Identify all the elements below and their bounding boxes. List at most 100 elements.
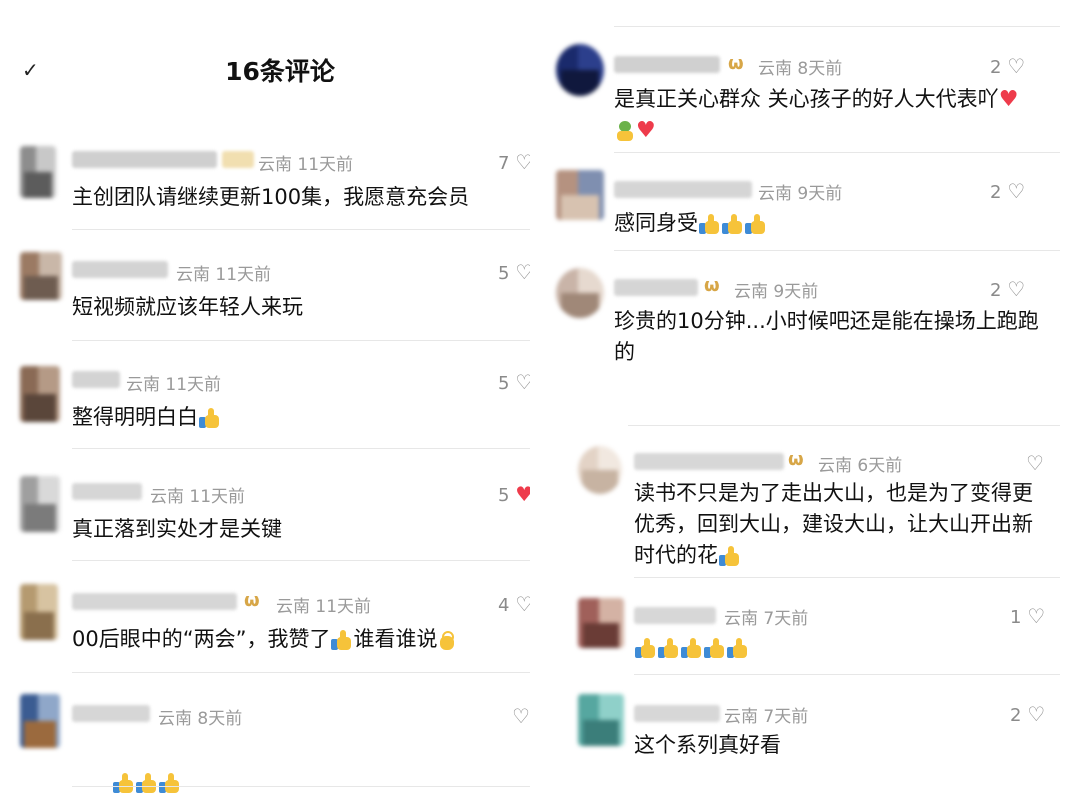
- comment-text: 短视频就应该年轻人来玩: [72, 295, 303, 319]
- thumbs-up-icon: [745, 213, 766, 235]
- thumbs-up-icon: [681, 637, 702, 659]
- username-blurred[interactable]: [72, 151, 217, 168]
- username-blurred[interactable]: [634, 607, 716, 624]
- comment-item[interactable]: ѡ 云南 6天前 ♡ 读书不只是为了走出大山，也是为了变得更 优秀，回到大山，建…: [548, 438, 1060, 578]
- username-blurred[interactable]: [72, 483, 142, 500]
- username-blurred[interactable]: [634, 453, 784, 470]
- comment-item[interactable]: 云南 11天前 5 ♡ 短视频就应该年轻人来玩: [0, 250, 530, 342]
- heart-icon: ♡: [1007, 277, 1026, 301]
- heart-icon: ♡: [1027, 702, 1046, 726]
- comment-text: 主创团队请继续更新100集，我愿意充会员: [72, 185, 470, 209]
- divider: [634, 577, 1060, 578]
- comment-item[interactable]: 云南 7天前 2 ♡ 这个系列真好看: [548, 688, 1060, 774]
- comment-item[interactable]: ѡ 云南 9天前 2 ♡ 珍贵的10分钟...小时候吧还是能在操场上跑跑 的: [548, 262, 1060, 372]
- like-button[interactable]: ♡: [512, 704, 530, 728]
- like-button-active[interactable]: 5 ♥: [498, 482, 530, 506]
- like-button[interactable]: 5 ♡: [498, 260, 530, 284]
- avatar[interactable]: [578, 446, 622, 494]
- comment-text: 整得明明白白: [72, 402, 522, 433]
- heart-icon: ♡: [515, 260, 530, 284]
- badge-blurred: [222, 151, 254, 168]
- avatar[interactable]: [578, 598, 624, 648]
- comment-text: 这个系列真好看: [634, 733, 781, 757]
- comment-meta: 云南 6天前: [818, 456, 903, 476]
- thumbs-up-icon: [722, 213, 743, 235]
- comment-meta: 云南 11天前: [126, 375, 222, 395]
- divider: [72, 672, 530, 673]
- username-blurred[interactable]: [72, 261, 168, 278]
- thumbs-up-icon: [719, 545, 740, 567]
- thumbs-up-icon: [635, 637, 656, 659]
- comment-item[interactable]: ѡ 云南 8天前 2 ♡ 是真正关心群众 关心孩子的好人大代表吖♥ ♥: [548, 40, 1060, 152]
- avatar[interactable]: [556, 44, 604, 96]
- avatar[interactable]: [20, 476, 60, 532]
- username-blurred[interactable]: [72, 371, 120, 388]
- username-blurred[interactable]: [634, 705, 720, 722]
- heart-icon: ♡: [1007, 179, 1026, 203]
- comment-item[interactable]: 云南 11天前 5 ♥ 真正落到实处才是关键: [0, 472, 530, 564]
- heart-icon: ♡: [1007, 54, 1026, 78]
- comment-item[interactable]: ѡ 云南 11天前 4 ♡ 00后眼中的“两会”，我赞了 谁看谁说: [0, 582, 530, 674]
- username-blurred[interactable]: [614, 279, 698, 296]
- comments-count-title: 16条评论: [225, 57, 335, 86]
- avatar[interactable]: [556, 268, 604, 318]
- divider: [72, 786, 530, 787]
- comment-meta: 云南 9天前: [734, 282, 819, 302]
- heart-icon: ♡: [515, 370, 530, 394]
- divider: [614, 250, 1060, 251]
- username-blurred[interactable]: [72, 705, 150, 722]
- thumbs-up-icon: [199, 407, 220, 429]
- divider: [72, 229, 530, 230]
- thumbs-up-icon: [658, 637, 679, 659]
- like-button[interactable]: 2 ♡: [990, 179, 1025, 203]
- like-button[interactable]: 2 ♡: [990, 54, 1025, 78]
- avatar[interactable]: [20, 146, 56, 198]
- avatar[interactable]: [556, 170, 604, 220]
- comments-panel-right: ѡ 云南 8天前 2 ♡ 是真正关心群众 关心孩子的好人大代表吖♥ ♥ 云南 9天…: [548, 0, 1060, 810]
- avatar[interactable]: [20, 252, 62, 300]
- comment-text: 00后眼中的“两会”，我赞了 谁看谁说: [72, 624, 530, 655]
- comments-panel-left: ✓ 16条评论 云南 11天前 7 ♡ 主创团队请继续更新100集，我愿意充会员…: [0, 0, 530, 810]
- like-button[interactable]: 4 ♡: [498, 592, 530, 616]
- comment-item[interactable]: 云南 7天前 1 ♡: [548, 590, 1060, 676]
- avatar[interactable]: [20, 366, 60, 422]
- comment-text: 珍贵的10分钟...小时候吧还是能在操场上跑跑 的: [614, 309, 1039, 364]
- avatar[interactable]: [20, 694, 60, 748]
- like-button[interactable]: 2 ♡: [1010, 702, 1045, 726]
- like-button[interactable]: 1 ♡: [1010, 604, 1045, 628]
- like-button[interactable]: 2 ♡: [990, 277, 1025, 301]
- comment-text: 是真正关心群众 关心孩子的好人大代表吖♥ ♥: [614, 87, 1019, 143]
- username-blurred[interactable]: [614, 56, 720, 73]
- comment-item[interactable]: 云南 8天前 ♡: [0, 694, 530, 793]
- comment-text: [634, 632, 1060, 663]
- username-blurred[interactable]: [614, 181, 752, 198]
- like-button[interactable]: 7 ♡: [498, 150, 530, 174]
- comment-meta: 云南 8天前: [758, 59, 843, 79]
- divider: [634, 674, 1060, 675]
- comment-meta: 云南 11天前: [150, 487, 246, 507]
- comment-meta: 云南 7天前: [724, 609, 809, 629]
- thumbs-up-icon: [159, 772, 180, 794]
- comments-header: ✓ 16条评论: [0, 0, 530, 140]
- comment-meta: 云南 9天前: [758, 184, 843, 204]
- red-heart-icon: ♥: [636, 118, 656, 143]
- divider: [614, 26, 1060, 27]
- red-heart-icon: ♥: [998, 87, 1019, 112]
- comment-meta: 云南 7天前: [724, 707, 809, 727]
- comment-item[interactable]: 云南 11天前 5 ♡ 整得明明白白: [0, 360, 530, 452]
- heart-filled-icon: ♥: [515, 482, 530, 506]
- comment-item[interactable]: 云南 11天前 7 ♡ 主创团队请继续更新100集，我愿意充会员: [0, 140, 530, 232]
- thumbs-up-icon: [136, 772, 157, 794]
- comment-item[interactable]: 云南 9天前 2 ♡ 感同身受: [548, 164, 1060, 252]
- username-blurred[interactable]: [72, 593, 237, 610]
- thumbs-up-icon: [699, 213, 720, 235]
- vip-badge-icon: ѡ: [788, 449, 804, 470]
- like-button[interactable]: ♡: [1026, 451, 1044, 475]
- avatar[interactable]: [578, 694, 624, 746]
- like-button[interactable]: 5 ♡: [498, 370, 530, 394]
- ok-hand-icon: [438, 630, 456, 651]
- heart-icon: ♡: [515, 150, 530, 174]
- divider: [72, 560, 530, 561]
- avatar[interactable]: [20, 584, 58, 640]
- hug-emoji-icon: [615, 121, 635, 141]
